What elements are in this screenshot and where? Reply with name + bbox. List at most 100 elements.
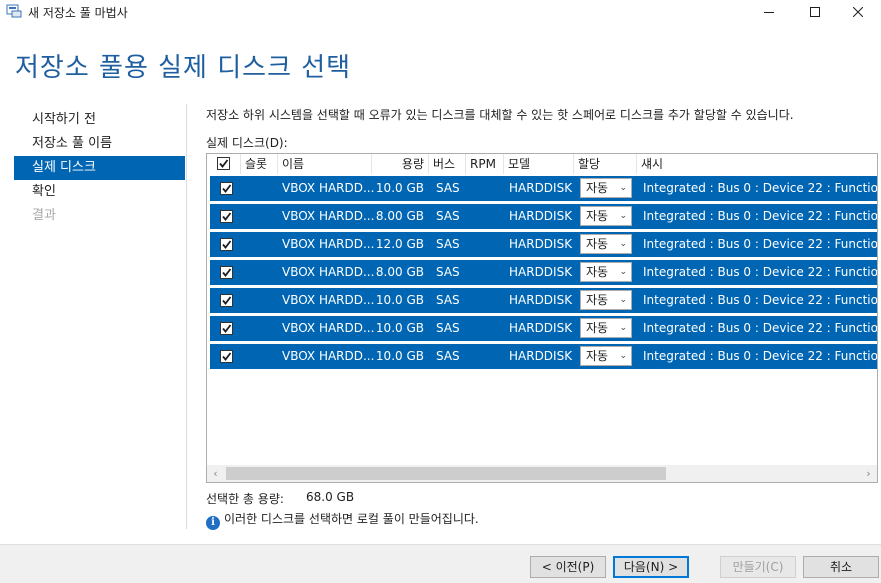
row-checkbox[interactable]	[220, 238, 233, 251]
cell-name: VBOX HARDD...	[282, 293, 375, 307]
header-slot[interactable]: 슬롯	[241, 154, 278, 174]
header-name[interactable]: 이름	[278, 154, 372, 174]
nav-item-results: 결과	[32, 208, 56, 223]
cell-chassis: Integrated : Bus 0 : Device 22 : Functio…	[643, 321, 878, 335]
cell-model: HARDDISK	[509, 265, 573, 279]
title-bar: 새 저장소 풀 마법사	[0, 0, 881, 24]
row-checkbox[interactable]	[220, 322, 233, 335]
cell-chassis: Integrated : Bus 0 : Device 22 : Functio…	[643, 209, 878, 223]
header-chassis[interactable]: 섀시	[637, 154, 877, 174]
chevron-down-icon: ⌄	[619, 211, 627, 221]
storage-pool-app-icon	[6, 4, 22, 18]
table-row[interactable]: VBOX HARDD... 10.0 GB SAS HARDDISK 자동 ⌄ I…	[210, 176, 877, 201]
cell-capacity: 10.0 GB	[375, 181, 424, 195]
cell-capacity: 10.0 GB	[375, 349, 424, 363]
row-checkbox[interactable]	[220, 182, 233, 195]
cell-chassis: Integrated : Bus 0 : Device 22 : Functio…	[643, 181, 878, 195]
selected-capacity-value: 68.0 GB	[306, 490, 355, 504]
cell-capacity: 8.00 GB	[375, 265, 424, 279]
chevron-down-icon: ⌄	[619, 267, 627, 277]
cell-bus: SAS	[436, 293, 460, 307]
wizard-nav: 시작하기 전 저장소 풀 이름 실제 디스크 확인 결과	[14, 108, 186, 228]
allocation-value: 자동	[586, 321, 609, 335]
cell-capacity: 10.0 GB	[375, 293, 424, 307]
cell-capacity: 12.0 GB	[375, 237, 424, 251]
minimize-button[interactable]	[746, 0, 792, 24]
row-checkbox[interactable]	[220, 350, 233, 363]
cell-bus: SAS	[436, 265, 460, 279]
cancel-button[interactable]: 취소	[803, 556, 879, 578]
info-message: i 이러한 디스크를 선택하면 로컬 풀이 만들어집니다.	[206, 510, 479, 530]
allocation-value: 자동	[586, 265, 609, 279]
cell-chassis: Integrated : Bus 0 : Device 22 : Functio…	[643, 293, 878, 307]
cell-name: VBOX HARDD...	[282, 265, 375, 279]
nav-item-confirmation[interactable]: 확인	[14, 180, 186, 204]
header-select-all	[207, 154, 241, 174]
selected-capacity: 선택한 총 용량: 68.0 GB	[206, 490, 354, 507]
allocation-value: 자동	[586, 349, 609, 363]
allocation-value: 자동	[586, 293, 609, 307]
cell-model: HARDDISK	[509, 293, 573, 307]
cell-name: VBOX HARDD...	[282, 321, 375, 335]
row-checkbox[interactable]	[220, 294, 233, 307]
maximize-button[interactable]	[792, 0, 838, 24]
row-checkbox[interactable]	[220, 210, 233, 223]
page-description: 저장소 하위 시스템을 선택할 때 오류가 있는 디스크를 대체할 수 있는 핫…	[206, 108, 794, 122]
scroll-left-icon[interactable]: ‹	[207, 465, 224, 482]
previous-button[interactable]: < 이전(P)	[530, 556, 606, 578]
nav-item-physical-disks[interactable]: 실제 디스크	[14, 156, 185, 180]
allocation-dropdown[interactable]: 자동 ⌄	[580, 234, 632, 254]
table-row[interactable]: VBOX HARDD... 12.0 GB SAS HARDDISK 자동 ⌄ I…	[210, 232, 877, 257]
cell-chassis: Integrated : Bus 0 : Device 22 : Functio…	[643, 349, 878, 363]
table-row[interactable]: VBOX HARDD... 10.0 GB SAS HARDDISK 자동 ⌄ I…	[210, 288, 877, 313]
header-rpm[interactable]: RPM	[466, 154, 504, 174]
scroll-right-icon[interactable]: ›	[860, 465, 877, 482]
select-all-checkbox[interactable]	[217, 157, 230, 170]
cell-bus: SAS	[436, 321, 460, 335]
chevron-down-icon: ⌄	[619, 351, 627, 361]
cell-model: HARDDISK	[509, 321, 573, 335]
cell-capacity: 10.0 GB	[375, 321, 424, 335]
cell-model: HARDDISK	[509, 237, 573, 251]
nav-item-pool-name[interactable]: 저장소 풀 이름	[14, 132, 186, 156]
allocation-value: 자동	[586, 209, 609, 223]
header-capacity[interactable]: 용량	[372, 154, 429, 174]
allocation-dropdown[interactable]: 자동 ⌄	[580, 178, 632, 198]
allocation-dropdown[interactable]: 자동 ⌄	[580, 318, 632, 338]
allocation-dropdown[interactable]: 자동 ⌄	[580, 206, 632, 226]
table-row[interactable]: VBOX HARDD... 8.00 GB SAS HARDDISK 자동 ⌄ I…	[210, 204, 877, 229]
table-row[interactable]: VBOX HARDD... 10.0 GB SAS HARDDISK 자동 ⌄ I…	[210, 316, 877, 341]
horizontal-scrollbar[interactable]: ‹ ›	[207, 465, 877, 482]
info-icon: i	[206, 516, 220, 530]
wizard-footer: < 이전(P) 다음(N) > 만들기(C) 취소	[0, 544, 881, 583]
header-allocation[interactable]: 할당	[574, 154, 637, 174]
nav-item-before-you-begin[interactable]: 시작하기 전	[14, 108, 186, 132]
table-row[interactable]: VBOX HARDD... 8.00 GB SAS HARDDISK 자동 ⌄ I…	[210, 260, 877, 285]
cell-bus: SAS	[436, 209, 460, 223]
cell-model: HARDDISK	[509, 209, 573, 223]
info-text: 이러한 디스크를 선택하면 로컬 풀이 만들어집니다.	[224, 512, 479, 526]
chevron-down-icon: ⌄	[619, 183, 627, 193]
next-button[interactable]: 다음(N) >	[613, 556, 689, 578]
chevron-down-icon: ⌄	[619, 239, 627, 249]
window-title: 새 저장소 풀 마법사	[28, 6, 128, 20]
allocation-value: 자동	[586, 237, 609, 251]
row-checkbox[interactable]	[220, 266, 233, 279]
cell-name: VBOX HARDD...	[282, 181, 375, 195]
nav-divider	[186, 104, 187, 529]
header-model[interactable]: 모델	[504, 154, 574, 174]
scrollbar-thumb[interactable]	[226, 467, 666, 480]
allocation-dropdown[interactable]: 자동 ⌄	[580, 262, 632, 282]
allocation-dropdown[interactable]: 자동 ⌄	[580, 346, 632, 366]
cell-name: VBOX HARDD...	[282, 349, 375, 363]
table-header: 슬롯 이름 용량 버스 RPM 모델 할당 섀시	[207, 154, 877, 174]
table-row[interactable]: VBOX HARDD... 10.0 GB SAS HARDDISK 자동 ⌄ I…	[210, 344, 877, 369]
close-button[interactable]	[835, 0, 881, 24]
header-bus[interactable]: 버스	[429, 154, 466, 174]
cell-capacity: 8.00 GB	[375, 209, 424, 223]
cell-chassis: Integrated : Bus 0 : Device 22 : Functio…	[643, 265, 878, 279]
allocation-value: 자동	[586, 181, 609, 195]
allocation-dropdown[interactable]: 자동 ⌄	[580, 290, 632, 310]
cell-name: VBOX HARDD...	[282, 209, 375, 223]
chevron-down-icon: ⌄	[619, 323, 627, 333]
